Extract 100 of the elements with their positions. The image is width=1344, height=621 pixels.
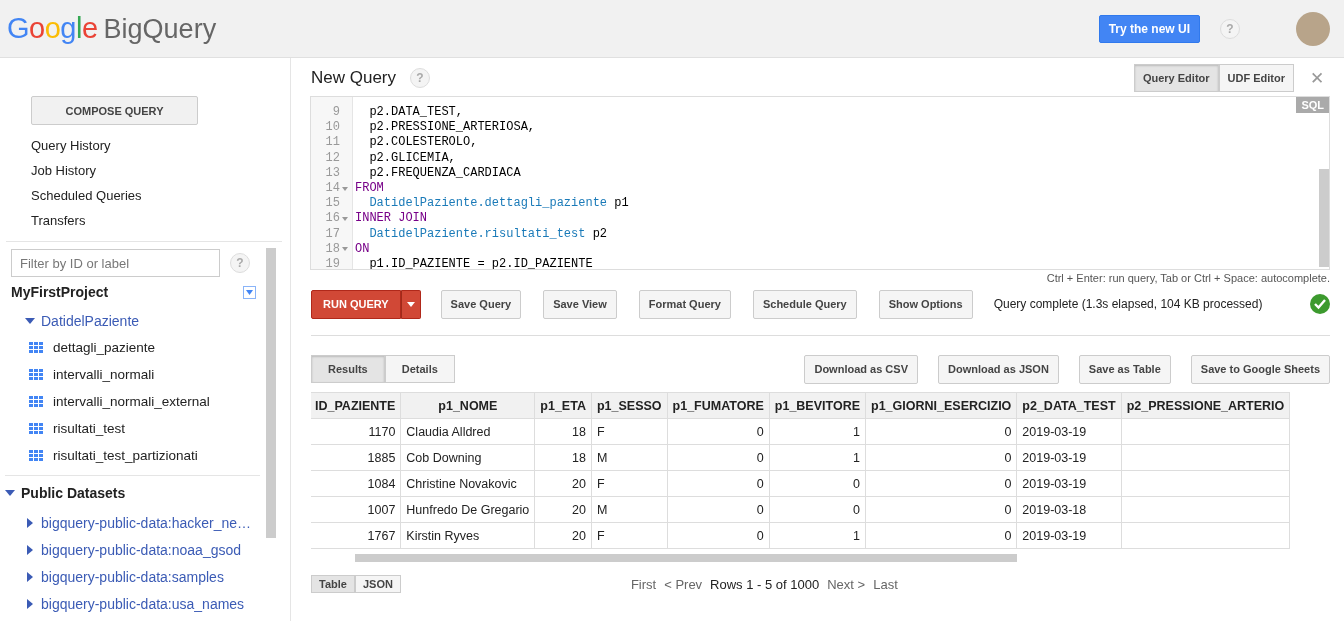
expanded-triangle-icon[interactable] — [25, 315, 35, 326]
export-button[interactable]: Download as JSON — [938, 354, 1059, 384]
try-new-ui-button[interactable]: Try the new UI — [1098, 14, 1200, 43]
avatar-circle[interactable] — [1296, 11, 1330, 46]
table-cell: 1084 — [311, 470, 401, 497]
table-cell: 1767 — [311, 522, 401, 549]
toolbar-button[interactable]: Format Query — [638, 289, 731, 319]
toolbar-button[interactable]: Schedule Query — [752, 289, 857, 319]
scrollbar-thumb[interactable] — [355, 554, 1017, 562]
line-number: 11 — [324, 135, 341, 151]
toolbar-button[interactable]: Show Options — [878, 289, 973, 319]
toolbar-button[interactable]: Save Query — [440, 289, 522, 319]
dataset-item[interactable]: bigquery-public-data:samples — [11, 563, 260, 590]
table-cell: Claudia Alldred — [400, 418, 535, 445]
column-header: p1_GIORNI_ESERCIZIO — [865, 392, 1017, 419]
dataset-item[interactable]: bigquery-public-data:hacker_ne… — [11, 509, 260, 536]
line-number: 10 — [324, 120, 341, 136]
line-number: 19 — [324, 256, 341, 269]
first-link[interactable]: First — [630, 576, 657, 592]
editor-tab[interactable]: Query Editor — [1133, 64, 1219, 92]
column-header: p1_FUMATORE — [667, 392, 770, 419]
export-button[interactable]: Save as Table — [1078, 354, 1171, 384]
filter-field[interactable]: Filter by ID or label — [11, 249, 220, 277]
table-cell: 18 — [534, 444, 592, 471]
table-cell: 0 — [865, 470, 1017, 497]
table-cell: 1 — [769, 444, 866, 471]
caret-icon — [406, 301, 415, 307]
dataset-item[interactable]: bigquery-public-data:usa_names — [11, 590, 260, 617]
compose-query-button[interactable]: COMPOSE QUERY — [31, 96, 198, 125]
table-cell: 0 — [865, 418, 1017, 445]
code-line: p2.DATA_TEST, — [368, 105, 464, 121]
line-number: 15 — [324, 196, 341, 212]
table-item[interactable]: intervalli_normali_external — [11, 388, 260, 415]
dataset-item[interactable]: bigquery-public-data:noaa_gsod — [11, 536, 260, 563]
fold-arrow-icon[interactable] — [342, 246, 348, 253]
collapsed-triangle-icon[interactable] — [25, 517, 35, 528]
export-button[interactable]: Save to Google Sheets — [1190, 354, 1330, 384]
table-cell: M — [591, 496, 668, 523]
last-link[interactable]: Last — [873, 576, 898, 592]
table-cell: Christine Novakovic — [400, 470, 535, 497]
table-cell: Kirstin Ryves — [400, 522, 535, 549]
table-cell: 20 — [534, 470, 592, 497]
line-number: 14 — [311, 180, 352, 197]
view-tab[interactable]: Table — [311, 575, 355, 593]
code-line: p2.COLESTEROLO, — [368, 135, 478, 151]
run-query-button[interactable]: RUN QUERY — [311, 289, 401, 319]
nav-link[interactable]: Query History — [31, 133, 282, 158]
code-line: ON — [355, 241, 370, 257]
code-line: p1.ID_PAZIENTE = p2.ID_PAZIENTE — [368, 256, 593, 269]
public-datasets-heading[interactable]: Public Datasets — [5, 475, 260, 509]
nav-link[interactable]: Job History — [31, 158, 282, 183]
column-header: p1_NOME — [400, 392, 535, 419]
column-header: ID_PAZIENTE — [311, 392, 401, 419]
table-cell: Cob Downing — [400, 444, 535, 471]
code-line: p2.PRESSIONE_ARTERIOSA, — [368, 120, 536, 136]
next-link[interactable]: Next > — [827, 576, 866, 592]
column-header: p1_ETA — [534, 392, 592, 419]
collapsed-triangle-icon[interactable] — [25, 571, 35, 582]
table-grid-icon — [29, 423, 43, 434]
column-header: p2_PRESSIONE_ARTERIO — [1121, 392, 1290, 419]
nav-link[interactable]: Scheduled Queries — [31, 183, 282, 208]
code-editor[interactable] — [310, 96, 1330, 270]
view-tab[interactable]: JSON — [354, 575, 401, 593]
dataset-item[interactable]: DatidelPaziente — [11, 307, 260, 334]
table-grid-icon — [29, 342, 43, 353]
table-cell: 2019-03-18 — [1016, 496, 1122, 523]
table-cell: 2019-03-19 — [1016, 470, 1122, 497]
results-tab[interactable]: Results — [311, 355, 385, 383]
results-tab[interactable]: Details — [384, 355, 455, 383]
table-cell: 2019-03-19 — [1016, 418, 1122, 445]
fold-arrow-icon[interactable] — [342, 215, 348, 222]
line-number: 16 — [311, 211, 352, 227]
table-cell: F — [591, 470, 668, 497]
scrollbar-thumb[interactable] — [266, 248, 276, 538]
prev-link[interactable]: < Prev — [664, 576, 703, 592]
table-cell: F — [591, 522, 668, 549]
expanded-triangle-icon[interactable] — [5, 487, 15, 498]
toolbar-button[interactable]: Save View — [543, 289, 617, 319]
scrollbar-thumb[interactable] — [1319, 169, 1329, 267]
code-line: p2.FREQUENZA_CARDIACA — [368, 165, 521, 181]
nav-link[interactable]: Transfers — [31, 208, 282, 233]
table-grid-icon — [29, 450, 43, 461]
table-item[interactable]: risultati_test — [11, 415, 260, 442]
table-item[interactable]: intervalli_normali — [11, 361, 260, 388]
dropdown-icon[interactable] — [243, 285, 256, 299]
collapsed-triangle-icon[interactable] — [25, 544, 35, 555]
editor-tab[interactable]: UDF Editor — [1218, 64, 1294, 92]
export-button[interactable]: Download as CSV — [804, 354, 918, 384]
collapsed-triangle-icon[interactable] — [25, 598, 35, 609]
table-cell: 0 — [865, 496, 1017, 523]
shortcut-hint: Ctrl + Enter: run query, Tab or Ctrl + Space: autocomplete. — [1045, 271, 1330, 286]
column-header: p1_SESSO — [591, 392, 668, 419]
code-line: INNER JOIN — [355, 211, 427, 227]
table-item[interactable]: risultati_test_partizionati — [11, 442, 260, 469]
line-number: 13 — [324, 165, 341, 181]
run-options-button[interactable] — [400, 289, 421, 319]
fold-arrow-icon[interactable] — [342, 185, 348, 192]
table-item[interactable]: dettagli_paziente — [11, 334, 260, 361]
table-cell: 20 — [534, 522, 592, 549]
table-cell: 18 — [534, 418, 592, 445]
